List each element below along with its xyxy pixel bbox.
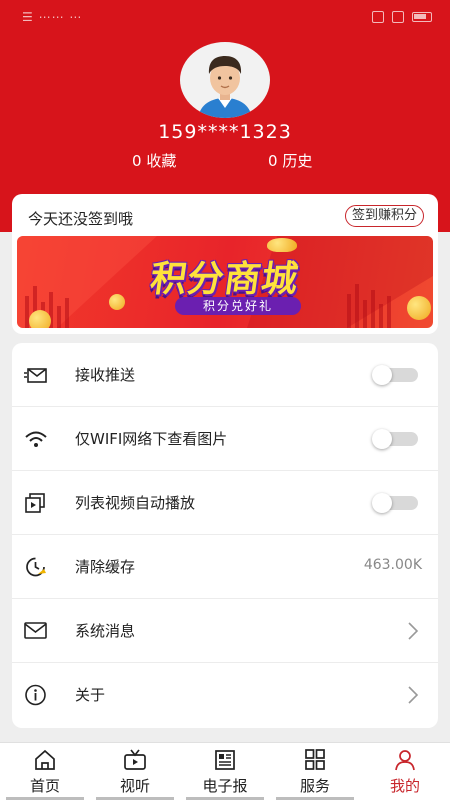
- signal-icon: [372, 11, 384, 23]
- points-mall-banner[interactable]: 积分商城 积分兑好礼: [17, 236, 433, 328]
- setting-label: 仅WIFI网络下查看图片: [75, 430, 228, 448]
- tab-label: 服务: [299, 777, 330, 795]
- tab-label: 我的: [389, 777, 420, 795]
- coin-decoration: [29, 310, 51, 328]
- tab-media[interactable]: 视听: [90, 743, 180, 800]
- grid-icon: [305, 749, 325, 770]
- setting-row-system-messages[interactable]: 系统消息: [12, 599, 438, 663]
- collect-label: 收藏: [146, 152, 177, 170]
- status-bar: ☰ ⋯⋯ ⋯: [0, 0, 450, 34]
- setting-row-push[interactable]: 接收推送: [12, 343, 438, 407]
- newspaper-icon: [215, 750, 235, 770]
- collect-count: 0: [132, 152, 142, 170]
- tab-home[interactable]: 首页: [0, 743, 90, 800]
- push-toggle[interactable]: [372, 365, 418, 385]
- setting-row-clear-cache[interactable]: 清除缓存 463.00K: [12, 535, 438, 599]
- history-count: 0: [268, 152, 278, 170]
- status-bar-text: ☰ ⋯⋯ ⋯: [22, 10, 83, 24]
- setting-label: 列表视频自动播放: [75, 494, 196, 512]
- avatar[interactable]: [180, 42, 270, 118]
- settings-card: 接收推送 仅WIFI网络下查看图片 列表视频自动播放 清除缓存 463.00K: [12, 343, 438, 728]
- clock-clean-icon: [26, 557, 46, 577]
- checkin-prompt: 今天还没签到哦: [28, 210, 134, 228]
- user-phone: 159****1323: [158, 121, 292, 143]
- mail-push-icon: [24, 368, 47, 383]
- tab-services[interactable]: 服务: [270, 743, 360, 800]
- setting-label: 接收推送: [75, 366, 136, 384]
- banner-title: 积分商城: [147, 259, 302, 300]
- setting-row-autoplay[interactable]: 列表视频自动播放: [12, 471, 438, 535]
- info-icon: [25, 684, 46, 706]
- setting-row-wifi-images[interactable]: 仅WIFI网络下查看图片: [12, 407, 438, 471]
- chevron-right-icon: [408, 686, 419, 704]
- toggle-knob: [372, 429, 392, 449]
- wifi-status-icon: [392, 11, 404, 23]
- toggle-knob: [372, 493, 392, 513]
- banner-subtitle: 积分兑好礼: [175, 297, 301, 315]
- wifi-icon: [25, 431, 47, 447]
- history-stat[interactable]: 0 历史: [268, 150, 312, 171]
- checkin-card: 今天还没签到哦 签到赚积分 积分商城 积分兑好礼: [12, 194, 438, 334]
- toggle-knob: [372, 365, 392, 385]
- user-icon: [395, 750, 415, 771]
- history-label: 历史: [282, 152, 313, 170]
- tab-label: 视听: [119, 777, 150, 795]
- tab-label: 首页: [29, 777, 60, 795]
- checkin-button[interactable]: 签到赚积分: [344, 205, 424, 227]
- autoplay-toggle[interactable]: [372, 493, 418, 513]
- bottom-tab-bar: 首页 视听 电子报 服务 我的: [0, 742, 450, 800]
- envelope-icon: [24, 622, 47, 639]
- video-play-icon: [25, 493, 45, 513]
- setting-label: 系统消息: [75, 622, 136, 640]
- tv-icon: [124, 749, 146, 770]
- battery-icon: [412, 12, 432, 22]
- status-bar-right: [372, 11, 432, 23]
- setting-label: 清除缓存: [75, 558, 136, 576]
- setting-label: 关于: [75, 686, 106, 704]
- avatar-person-icon: [198, 56, 252, 118]
- tab-mine[interactable]: 我的: [360, 743, 450, 800]
- setting-row-about[interactable]: 关于: [12, 663, 438, 727]
- tab-label: 电子报: [202, 777, 248, 795]
- home-icon: [35, 749, 55, 770]
- tab-epaper[interactable]: 电子报: [180, 743, 270, 800]
- chevron-right-icon: [408, 622, 419, 640]
- collect-stat[interactable]: 0 收藏: [132, 150, 176, 171]
- status-bar-left: ☰ ⋯⋯ ⋯: [22, 10, 82, 24]
- cache-size: 463.00K: [363, 557, 422, 573]
- wifi-images-toggle[interactable]: [372, 429, 418, 449]
